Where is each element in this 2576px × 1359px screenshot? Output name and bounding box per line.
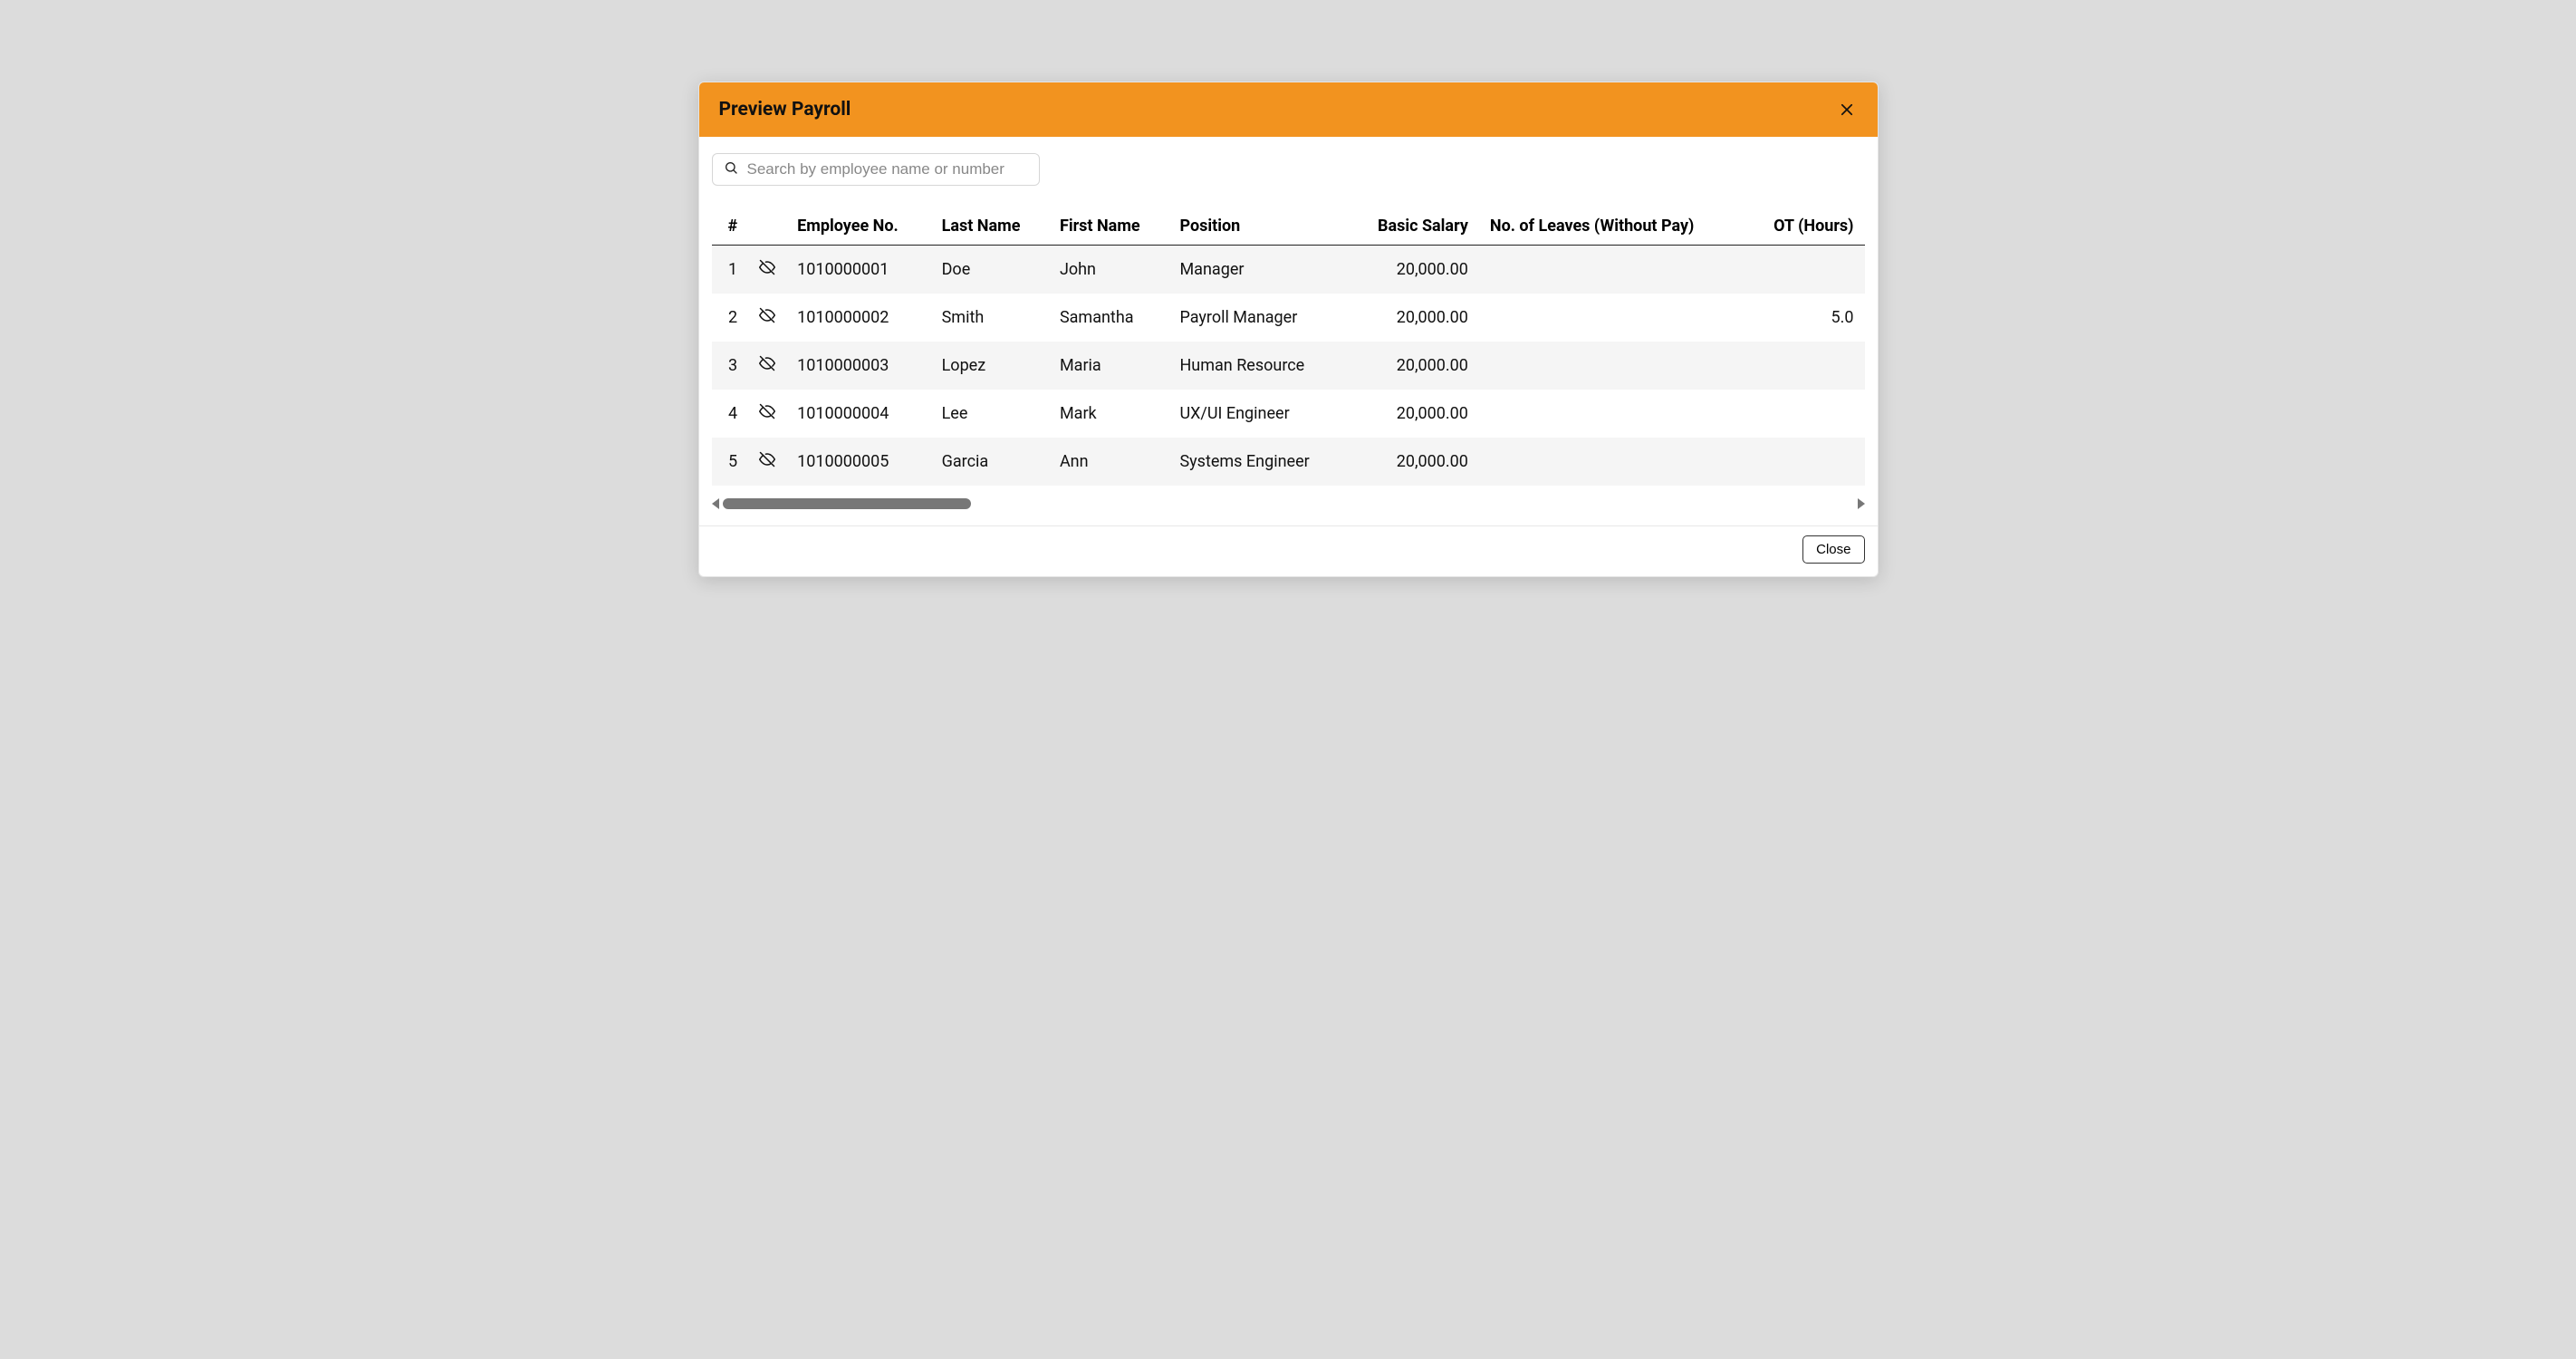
col-header-employee-no: Employee No. — [786, 207, 930, 246]
preview-payroll-modal: Preview Payroll # — [698, 82, 1879, 577]
modal-title: Preview Payroll — [719, 99, 851, 120]
cell-last-name: Doe — [931, 246, 1049, 294]
cell-last-name: Lee — [931, 390, 1049, 438]
cell-leaves — [1479, 342, 1745, 390]
col-header-last-name: Last Name — [931, 207, 1049, 246]
cell-leaves — [1479, 246, 1745, 294]
col-header-position: Position — [1168, 207, 1347, 246]
cell-employee-no: 1010000004 — [786, 390, 930, 438]
cell-position: Manager — [1168, 246, 1347, 294]
cell-ot: 5.0 — [1745, 294, 1864, 342]
cell-first-name: Mark — [1049, 390, 1169, 438]
modal-header: Preview Payroll — [699, 82, 1878, 137]
table-row: 5 1010000005GarciaAnnSystems Engineer20,0… — [712, 438, 1865, 486]
cell-leaves — [1479, 390, 1745, 438]
cell-ot — [1745, 390, 1864, 438]
col-header-visibility — [748, 207, 786, 246]
horizontal-scrollbar[interactable] — [712, 498, 1865, 509]
cell-employee-no: 1010000003 — [786, 342, 930, 390]
scrollbar-thumb[interactable] — [723, 498, 971, 509]
search-field-wrap[interactable] — [712, 153, 1040, 186]
cell-last-name: Garcia — [931, 438, 1049, 486]
payroll-table-container: # Employee No. Last Name First Name Posi… — [712, 207, 1865, 525]
table-row: 1 1010000001DoeJohnManager20,000.00 — [712, 246, 1865, 294]
cell-ot — [1745, 246, 1864, 294]
modal-footer: Close — [699, 525, 1878, 576]
cell-first-name: Maria — [1049, 342, 1169, 390]
search-icon — [724, 160, 738, 178]
modal-body: # Employee No. Last Name First Name Posi… — [699, 137, 1878, 525]
eye-off-icon[interactable] — [759, 307, 775, 323]
eye-off-icon[interactable] — [759, 403, 775, 419]
cell-employee-no: 1010000001 — [786, 246, 930, 294]
cell-basic-salary: 20,000.00 — [1347, 294, 1479, 342]
cell-basic-salary: 20,000.00 — [1347, 390, 1479, 438]
payroll-table: # Employee No. Last Name First Name Posi… — [712, 207, 1865, 486]
cell-basic-salary: 20,000.00 — [1347, 246, 1479, 294]
table-row: 2 1010000002SmithSamanthaPayroll Manager2… — [712, 294, 1865, 342]
table-row: 4 1010000004LeeMarkUX/UI Engineer20,000.0… — [712, 390, 1865, 438]
table-row: 3 1010000003LopezMariaHuman Resource20,00… — [712, 342, 1865, 390]
col-header-basic-salary: Basic Salary — [1347, 207, 1479, 246]
cell-leaves — [1479, 294, 1745, 342]
cell-ot — [1745, 342, 1864, 390]
cell-index: 4 — [712, 390, 749, 438]
cell-index: 1 — [712, 246, 749, 294]
cell-index: 5 — [712, 438, 749, 486]
cell-first-name: Samantha — [1049, 294, 1169, 342]
eye-off-icon[interactable] — [759, 259, 775, 275]
cell-last-name: Lopez — [931, 342, 1049, 390]
cell-basic-salary: 20,000.00 — [1347, 438, 1479, 486]
cell-position: Payroll Manager — [1168, 294, 1347, 342]
cell-employee-no: 1010000005 — [786, 438, 930, 486]
col-header-ot: OT (Hours) — [1745, 207, 1864, 246]
cell-basic-salary: 20,000.00 — [1347, 342, 1479, 390]
col-header-index: # — [712, 207, 749, 246]
col-header-first-name: First Name — [1049, 207, 1169, 246]
scroll-left-arrow-icon[interactable] — [712, 498, 719, 509]
scroll-right-arrow-icon[interactable] — [1858, 498, 1865, 509]
cell-employee-no: 1010000002 — [786, 294, 930, 342]
search-input[interactable] — [747, 160, 1028, 178]
cell-first-name: John — [1049, 246, 1169, 294]
cell-last-name: Smith — [931, 294, 1049, 342]
scrollbar-track[interactable] — [723, 498, 1854, 509]
cell-position: Human Resource — [1168, 342, 1347, 390]
close-button[interactable]: Close — [1802, 535, 1864, 564]
cell-leaves — [1479, 438, 1745, 486]
eye-off-icon[interactable] — [759, 451, 775, 467]
close-icon[interactable] — [1836, 99, 1858, 120]
cell-index: 2 — [712, 294, 749, 342]
cell-position: UX/UI Engineer — [1168, 390, 1347, 438]
cell-position: Systems Engineer — [1168, 438, 1347, 486]
cell-ot — [1745, 438, 1864, 486]
cell-first-name: Ann — [1049, 438, 1169, 486]
col-header-leaves: No. of Leaves (Without Pay) — [1479, 207, 1745, 246]
cell-index: 3 — [712, 342, 749, 390]
eye-off-icon[interactable] — [759, 355, 775, 371]
